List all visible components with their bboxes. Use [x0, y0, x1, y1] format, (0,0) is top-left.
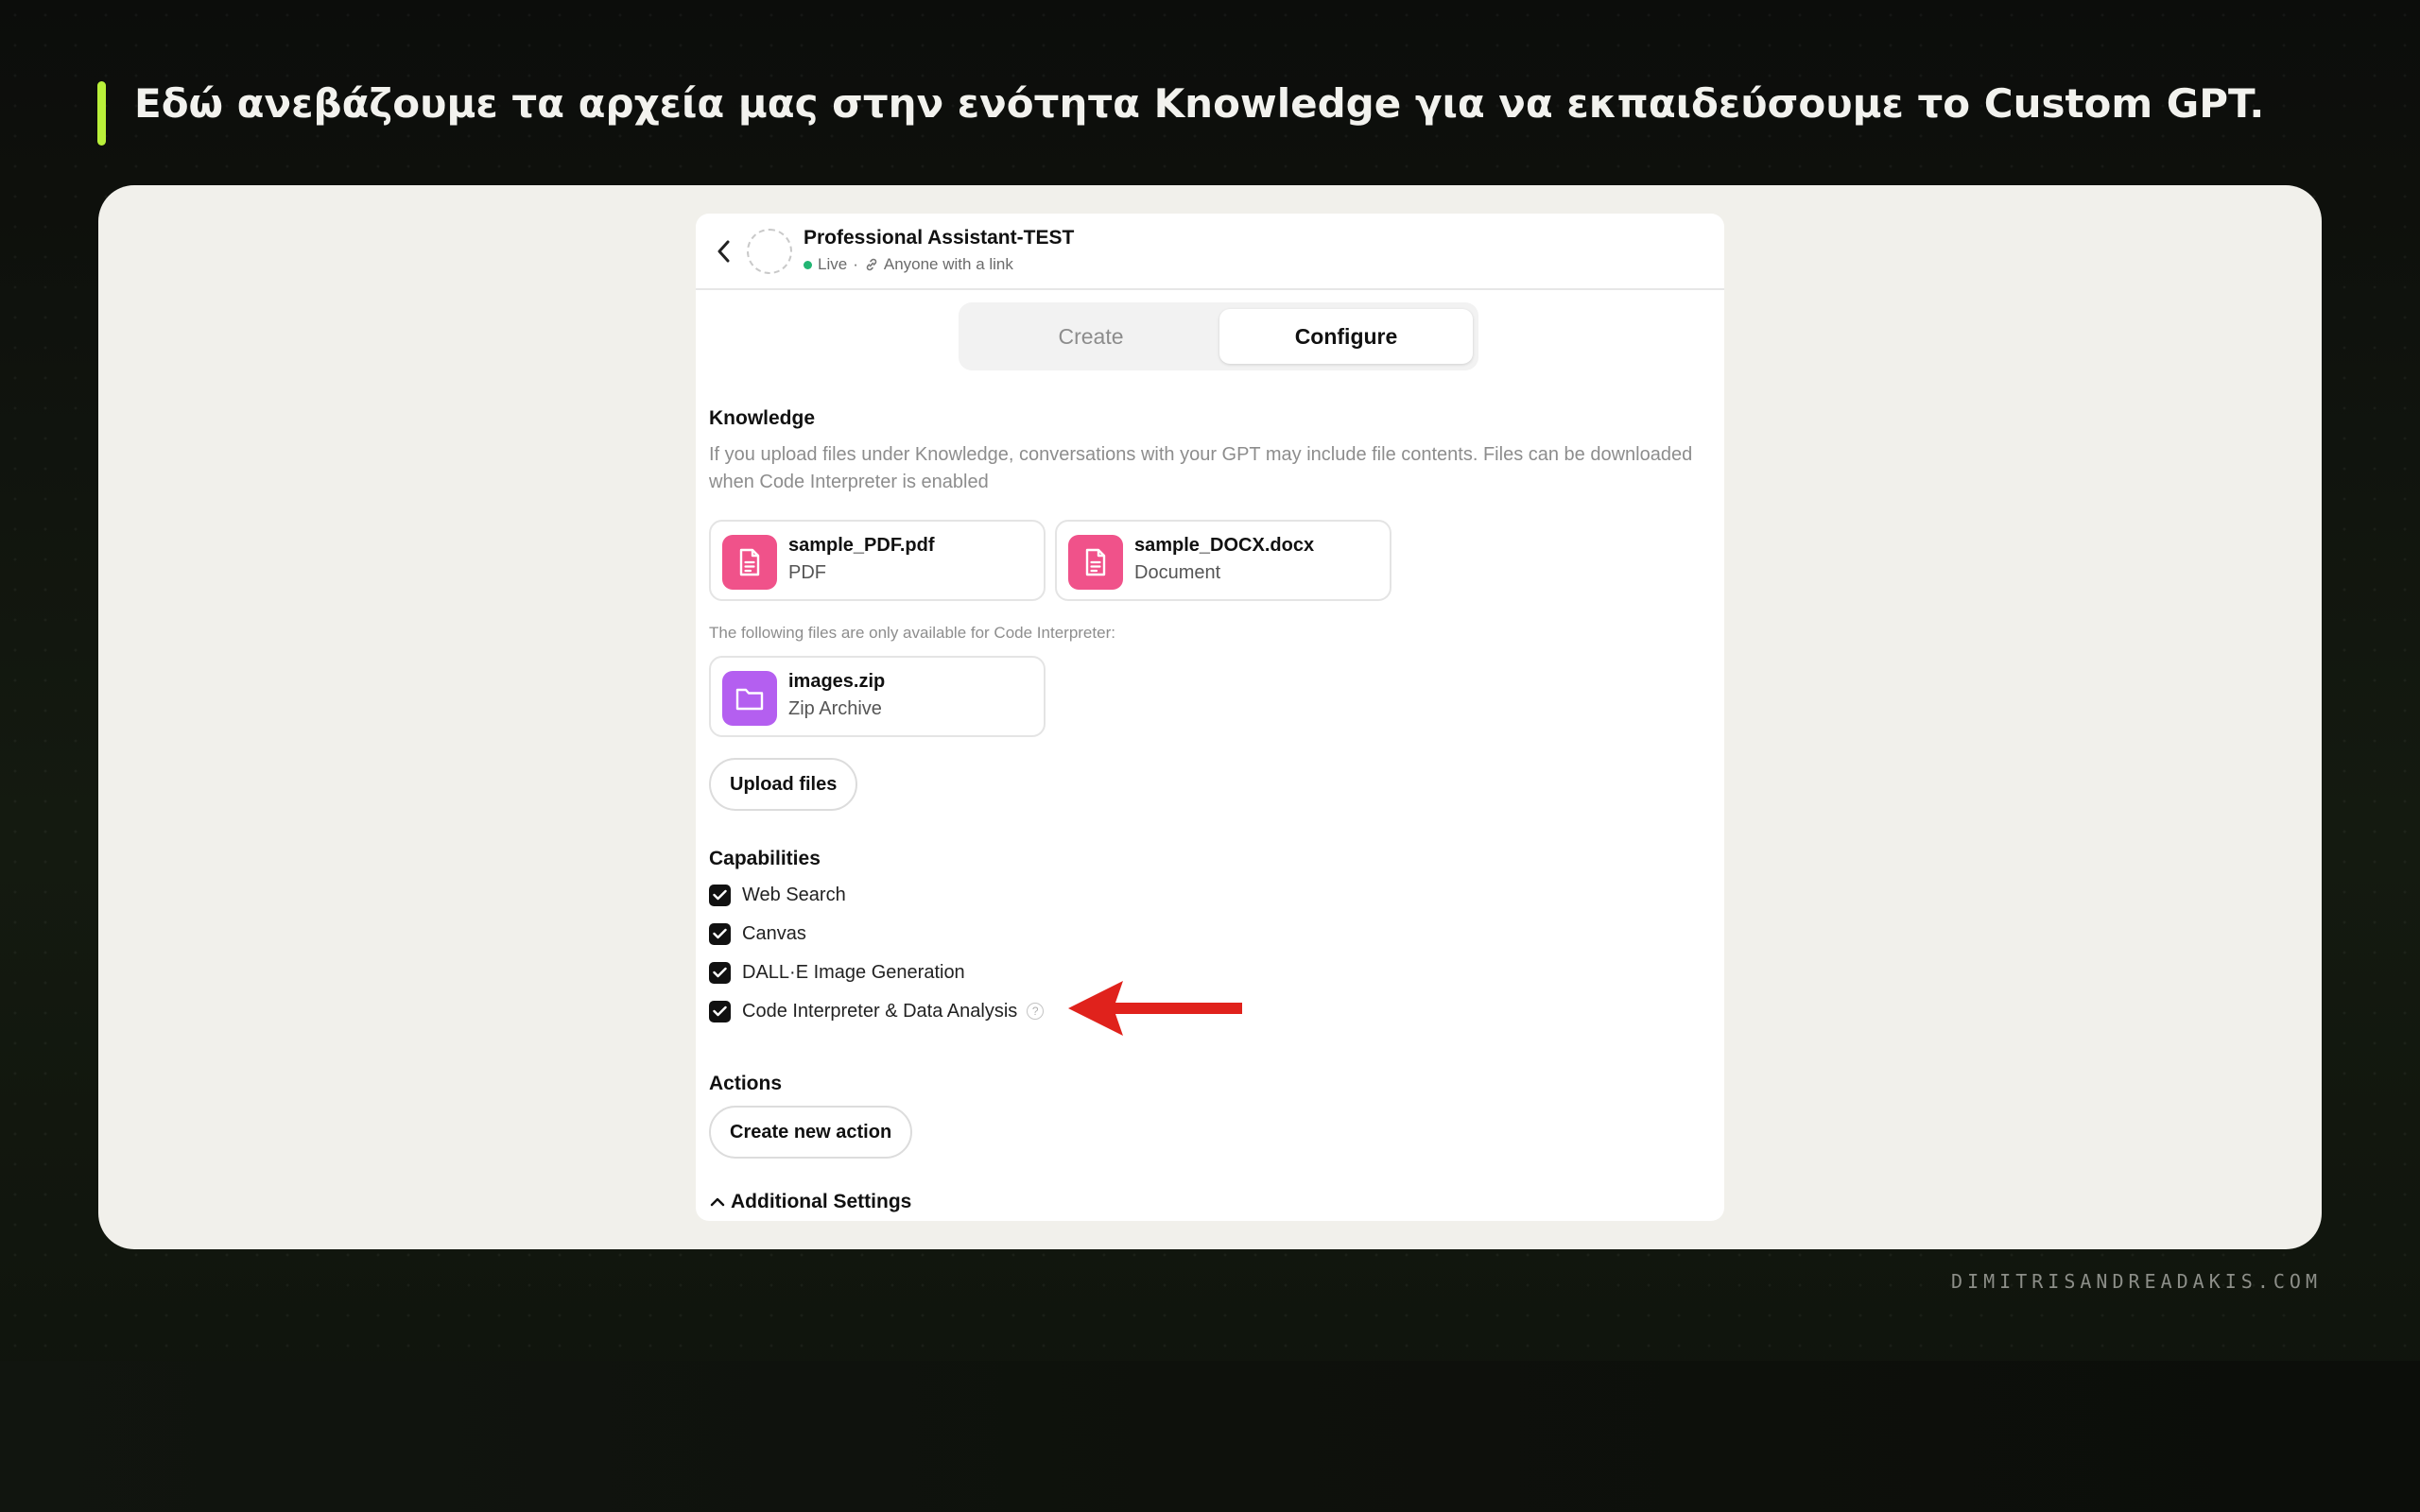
tab-configure[interactable]: Configure [1219, 309, 1473, 364]
file-type: PDF [788, 562, 826, 583]
capability-label: Web Search [742, 884, 846, 905]
status-separator: · [853, 255, 858, 273]
actions-title: Actions [709, 1073, 783, 1094]
code-interpreter-note: The following files are only available f… [709, 624, 1115, 642]
back-button[interactable] [707, 234, 741, 268]
live-status-dot [804, 260, 812, 269]
file-name: sample_DOCX.docx [1134, 535, 1315, 556]
file-type: Document [1134, 562, 1221, 583]
check-icon [713, 889, 727, 901]
chevron-left-icon [717, 240, 730, 263]
create-new-action-button[interactable]: Create new action [709, 1106, 913, 1159]
capability-canvas[interactable]: Canvas [709, 919, 806, 948]
file-card-zip[interactable]: images.zip Zip Archive [709, 656, 1046, 737]
visibility-label[interactable]: Anyone with a link [884, 255, 1013, 274]
capability-code-interpreter[interactable]: Code Interpreter & Data Analysis ? [709, 997, 1045, 1025]
checkbox-checked[interactable] [709, 1000, 731, 1022]
checkbox-checked[interactable] [709, 961, 731, 984]
file-name: images.zip [788, 671, 886, 692]
additional-settings-label: Additional Settings [731, 1191, 912, 1212]
capability-label: Code Interpreter & Data Analysis [742, 1000, 1018, 1022]
gpt-editor-panel: Professional Assistant-TEST Live · Anyon… [696, 214, 1724, 1221]
capability-web-search[interactable]: Web Search [709, 881, 846, 909]
capability-label: DALL·E Image Generation [742, 961, 965, 983]
chevron-up-icon [710, 1197, 725, 1207]
check-icon [713, 1005, 727, 1017]
editor-tabs: Create Configure [959, 302, 1478, 370]
additional-settings-toggle[interactable]: Additional Settings [709, 1191, 911, 1213]
capability-label: Canvas [742, 922, 806, 944]
checkbox-checked[interactable] [709, 884, 731, 906]
checkbox-checked[interactable] [709, 922, 731, 945]
capabilities-title: Capabilities [709, 848, 821, 869]
upload-files-button[interactable]: Upload files [709, 758, 858, 811]
file-card-docx[interactable]: sample_DOCX.docx Document [1055, 520, 1392, 601]
live-status-label: Live [818, 255, 848, 273]
document-icon [722, 535, 777, 590]
file-name: sample_PDF.pdf [788, 535, 935, 556]
knowledge-description: If you upload files under Knowledge, con… [709, 444, 1693, 492]
capability-dalle[interactable]: DALL·E Image Generation [709, 958, 965, 987]
gpt-status-row: Live · Anyone with a link [804, 255, 1013, 274]
file-type: Zip Archive [788, 698, 882, 719]
document-icon [1068, 535, 1123, 590]
background-band [0, 1361, 2420, 1512]
folder-icon [722, 671, 777, 726]
headline-accent-bar [97, 81, 106, 146]
red-arrow-icon [1068, 981, 1242, 1036]
check-icon [713, 928, 727, 939]
slide-headline: Εδώ ανεβάζουμε τα αρχεία μας στην ενότητ… [134, 80, 2265, 127]
help-icon[interactable]: ? [1027, 1003, 1045, 1020]
check-icon [713, 967, 727, 978]
link-icon [864, 257, 879, 272]
gpt-name: Professional Assistant-TEST [804, 227, 1075, 249]
gpt-avatar[interactable] [747, 229, 792, 274]
editor-header: Professional Assistant-TEST Live · Anyon… [696, 214, 1724, 290]
file-card-pdf[interactable]: sample_PDF.pdf PDF [709, 520, 1046, 601]
site-watermark: DIMITRISANDREADAKIS.COM [1951, 1270, 2322, 1293]
knowledge-title: Knowledge [709, 407, 816, 429]
tab-create[interactable]: Create [964, 309, 1218, 364]
